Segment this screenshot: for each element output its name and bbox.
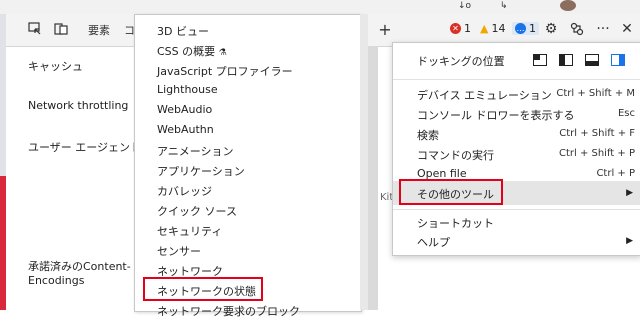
- submenu-item[interactable]: カバレッジ: [157, 183, 212, 199]
- info-count: 1: [529, 22, 536, 35]
- submenu-item[interactable]: JavaScript プロファイラー: [157, 63, 293, 79]
- menu-item-shortcut: Ctrl + Shift + M: [556, 88, 635, 99]
- avatar[interactable]: [560, 0, 576, 11]
- menu-item-shortcuts[interactable]: ショートカット: [393, 212, 640, 232]
- menu-item-label: 検索: [417, 129, 439, 142]
- highlight-box: [399, 179, 503, 205]
- info-badge[interactable]: … 1: [512, 22, 539, 35]
- submenu-item[interactable]: アニメーション: [157, 143, 234, 159]
- menu-item-label: コンソール ドロワーを表示する: [417, 109, 575, 122]
- dock-bottom-icon[interactable]: [585, 54, 599, 66]
- menu-item-search[interactable]: 検索 Ctrl + Shift + F: [393, 124, 640, 144]
- menu-item-help[interactable]: ヘルプ ▶: [393, 231, 640, 251]
- inspect-element-icon[interactable]: [26, 20, 44, 38]
- encodings-label: 承諾済みのContent-: [28, 260, 131, 273]
- throttling-label: Network throttling: [28, 99, 129, 112]
- chevron-right-icon: ▶: [626, 188, 633, 198]
- flask-icon: ⚗: [218, 48, 227, 58]
- menu-divider: [393, 79, 640, 80]
- submenu-item-label: CSS の概要: [157, 45, 216, 58]
- connection-icon[interactable]: [568, 20, 586, 38]
- warning-count: 14: [491, 22, 506, 35]
- menu-item-shortcut: Ctrl + Shift + F: [559, 128, 635, 139]
- submenu-item[interactable]: センサー: [157, 243, 201, 259]
- user-agent-label: ユーザー エージェント: [28, 141, 142, 154]
- more-tools-submenu: 3D ビュー CSS の概要 ⚗ JavaScript プロファイラー Ligh…: [134, 14, 362, 318]
- devtools-overflow-menu: ドッキングの位置 デバイス エミュレーション Ctrl + Shift + M …: [392, 42, 640, 256]
- share-icon[interactable]: ↳: [500, 1, 508, 11]
- submenu-item[interactable]: アプリケーション: [157, 163, 245, 179]
- error-badge[interactable]: ✕ 1: [450, 22, 471, 35]
- undock-icon[interactable]: [533, 54, 547, 66]
- submenu-item[interactable]: クイック ソース: [157, 203, 237, 219]
- menu-item-shortcut: Ctrl + Shift + P: [558, 148, 635, 159]
- menu-item-label: ショートカット: [417, 217, 494, 230]
- submenu-item[interactable]: セキュリティ: [157, 223, 222, 239]
- submenu-item[interactable]: 3D ビュー: [157, 23, 209, 39]
- download-icon[interactable]: ↓o: [458, 1, 471, 11]
- docking-row: ドッキングの位置: [393, 49, 640, 71]
- page-accent-bar: [0, 176, 6, 310]
- cache-label: キャッシュ: [28, 60, 83, 73]
- submenu-item[interactable]: WebAudio: [157, 103, 212, 116]
- submenu-item[interactable]: CSS の概要 ⚗: [157, 43, 227, 59]
- warning-badge[interactable]: ▲ 14: [480, 22, 505, 35]
- encodings-label-2: Encodings: [28, 274, 85, 287]
- submenu-item[interactable]: WebAuthn: [157, 123, 214, 136]
- menu-divider: [393, 209, 640, 210]
- highlight-box: [143, 277, 263, 301]
- warning-icon: ▲: [480, 22, 489, 35]
- info-icon: …: [515, 23, 526, 34]
- more-options-icon[interactable]: ···: [594, 20, 612, 38]
- gear-icon[interactable]: ⚙: [542, 20, 560, 38]
- menu-item-device-emulation[interactable]: デバイス エミュレーション Ctrl + Shift + M: [393, 84, 640, 104]
- menu-item-label: ヘルプ: [417, 236, 450, 249]
- device-toolbar-icon[interactable]: [52, 20, 70, 38]
- submenu-item[interactable]: Lighthouse: [157, 83, 218, 96]
- chevron-right-icon: ▶: [626, 236, 633, 246]
- docking-label: ドッキングの位置: [417, 55, 505, 68]
- panel-scrollbar[interactable]: [368, 46, 378, 310]
- browser-top-strip: ↓o ↳: [0, 0, 640, 15]
- menu-item-shortcut: Ctrl + P: [596, 168, 635, 179]
- close-icon[interactable]: ✕: [618, 20, 636, 38]
- menu-item-console-drawer[interactable]: コンソール ドロワーを表示する Esc: [393, 104, 640, 124]
- menu-item-label: コマンドの実行: [417, 149, 494, 162]
- menu-item-run-command[interactable]: コマンドの実行 Ctrl + Shift + P: [393, 144, 640, 164]
- menu-item-shortcut: Esc: [617, 108, 635, 119]
- menu-item-label: デバイス エミュレーション: [417, 89, 552, 102]
- error-icon: ✕: [450, 23, 461, 34]
- dock-right-icon[interactable]: [611, 54, 625, 66]
- tab-elements[interactable]: 要素: [88, 22, 110, 38]
- error-count: 1: [464, 22, 471, 35]
- submenu-item[interactable]: ネットワーク要求のブロック: [157, 303, 300, 319]
- submenu-scrollbar[interactable]: [360, 14, 368, 310]
- add-tab-icon[interactable]: +: [376, 20, 394, 39]
- dock-left-icon[interactable]: [559, 54, 573, 66]
